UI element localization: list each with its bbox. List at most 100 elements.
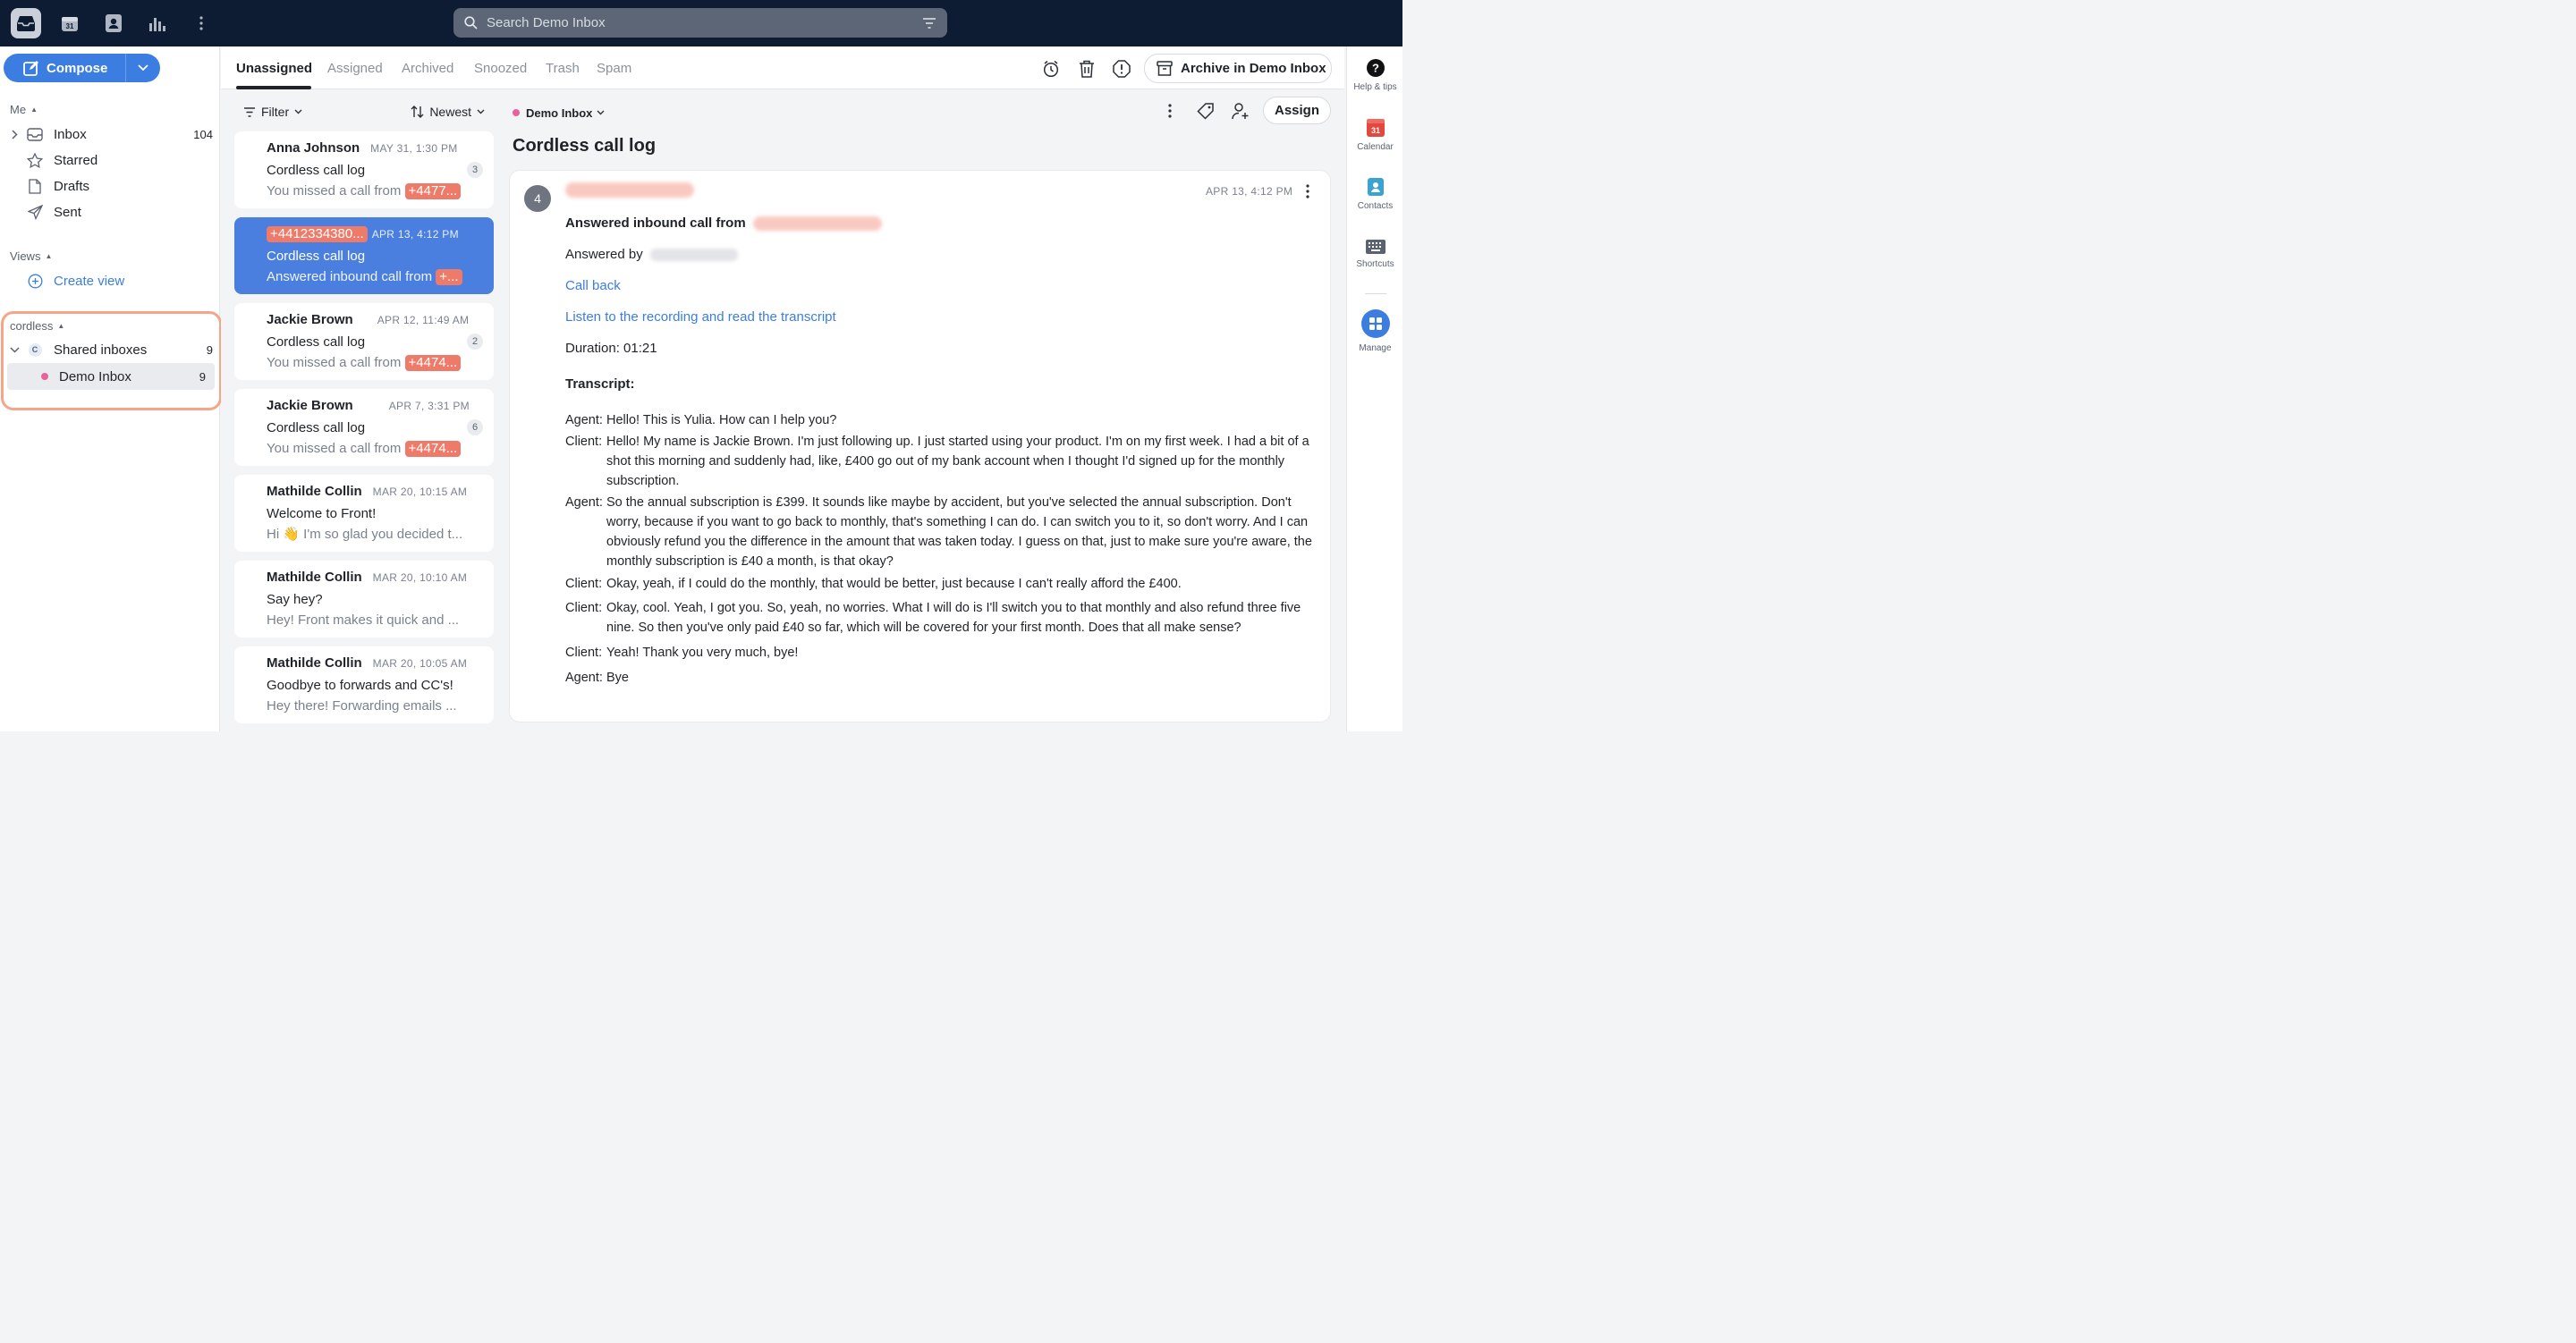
sidebar-item-demo-inbox[interactable]: Demo Inbox 9 bbox=[7, 363, 215, 390]
participants-count-avatar[interactable]: 4 bbox=[524, 185, 551, 212]
tab-snoozed[interactable]: Snoozed bbox=[474, 61, 527, 76]
sender-name: Mathilde Collin bbox=[267, 484, 362, 499]
analytics-icon[interactable] bbox=[142, 8, 173, 38]
message-count-badge: 6 bbox=[467, 419, 483, 435]
sender-name: Mathilde Collin bbox=[267, 655, 362, 671]
conversation-date: MAY 31, 1:30 PM bbox=[370, 142, 458, 155]
compose-main[interactable]: Compose bbox=[4, 54, 125, 82]
answered-from-label: Answered inbound call from bbox=[565, 215, 746, 231]
snooze-clock-icon[interactable] bbox=[1040, 58, 1062, 80]
sidebar-item-inbox[interactable]: Inbox 104 bbox=[7, 122, 215, 147]
team-label: cordless bbox=[10, 319, 54, 333]
calendar-icon[interactable]: 31 bbox=[55, 8, 85, 38]
sidebar-item-label: Sent bbox=[54, 204, 81, 220]
phone-pill: +... bbox=[436, 269, 462, 285]
help-icon: ? bbox=[1366, 59, 1385, 77]
search-placeholder: Search Demo Inbox bbox=[487, 15, 606, 30]
svg-text:31: 31 bbox=[66, 22, 74, 30]
shared-inboxes-count: 9 bbox=[206, 342, 213, 357]
conversation-date: MAR 20, 10:15 AM bbox=[372, 486, 468, 498]
filter-button[interactable]: Filter bbox=[243, 105, 302, 119]
sidebar-item-starred[interactable]: Starred bbox=[7, 148, 215, 173]
transcript-line: Agent: Bye bbox=[565, 668, 1317, 688]
message-count-badge: 2 bbox=[467, 334, 483, 350]
conversation-item[interactable]: Jackie Brown APR 12, 11:49 AM Cordless ca… bbox=[234, 303, 494, 380]
tab-trash[interactable]: Trash bbox=[546, 61, 580, 76]
contacts-app-button[interactable]: Contacts bbox=[1347, 178, 1403, 211]
compose-dropdown[interactable] bbox=[126, 64, 160, 72]
redacted-agent-name bbox=[649, 249, 738, 262]
archive-icon bbox=[1157, 61, 1173, 76]
filter-icon[interactable] bbox=[922, 17, 936, 29]
sort-button[interactable]: Newest bbox=[411, 105, 485, 119]
compose-button[interactable]: Compose bbox=[4, 54, 160, 82]
conversation-item[interactable]: Jackie Brown APR 7, 3:31 PM Cordless call… bbox=[234, 389, 494, 466]
send-icon bbox=[23, 204, 47, 220]
inbox-icon[interactable] bbox=[11, 8, 41, 38]
archive-button[interactable]: Archive in Demo Inbox bbox=[1144, 54, 1332, 83]
shortcuts-button[interactable]: Shortcuts bbox=[1347, 240, 1403, 269]
chevron-down-icon bbox=[477, 109, 485, 114]
utterance-text: Yeah! Thank you very much, bye! bbox=[606, 646, 799, 660]
create-view-button[interactable]: Create view bbox=[7, 268, 215, 293]
inbox-color-dot bbox=[513, 109, 520, 116]
conversation-subject: Cordless call log bbox=[267, 249, 366, 264]
tag-icon[interactable] bbox=[1195, 101, 1215, 121]
help-tips-button[interactable]: ? Help & tips bbox=[1347, 59, 1403, 92]
more-vertical-icon[interactable] bbox=[186, 8, 216, 38]
inbox-icon bbox=[23, 127, 47, 141]
chevron-right-icon[interactable] bbox=[7, 129, 21, 139]
inbox-selector[interactable]: Demo Inbox bbox=[513, 102, 605, 123]
sidebar-item-shared-inboxes[interactable]: C Shared inboxes 9 bbox=[7, 337, 215, 362]
tab-assigned[interactable]: Assigned bbox=[327, 61, 383, 76]
more-vertical-icon[interactable] bbox=[1161, 102, 1179, 120]
contacts-icon[interactable] bbox=[98, 8, 129, 38]
speaker-label: Client: bbox=[565, 646, 603, 660]
transcript-line: Agent: So the annual subscription is £399… bbox=[565, 493, 1317, 571]
spam-alert-icon[interactable] bbox=[1111, 58, 1132, 80]
transcript-line: Agent: Hello! This is Yulia. How can I he… bbox=[565, 410, 1317, 430]
trash-icon[interactable] bbox=[1076, 58, 1097, 80]
manage-grid-icon bbox=[1360, 309, 1390, 338]
more-vertical-icon[interactable] bbox=[1299, 183, 1317, 199]
conversation-item[interactable]: Mathilde Collin MAR 20, 10:05 AM Goodbye … bbox=[234, 646, 494, 723]
sender-name: Mathilde Collin bbox=[267, 570, 362, 585]
call-back-link[interactable]: Call back bbox=[565, 278, 621, 293]
views-section-toggle[interactable]: Views ▲ bbox=[10, 249, 52, 263]
conversation-date: APR 12, 11:49 AM bbox=[377, 314, 470, 326]
active-tab-indicator bbox=[236, 86, 311, 89]
add-assignee-icon[interactable] bbox=[1231, 101, 1250, 121]
call-duration: Duration: 01:21 bbox=[565, 341, 657, 356]
transcript-line: Client: Hello! My name is Jackie Brown. I… bbox=[565, 432, 1317, 491]
search-input[interactable]: Search Demo Inbox bbox=[453, 8, 947, 38]
chevron-down-icon[interactable] bbox=[7, 346, 21, 353]
inbox-color-dot bbox=[41, 373, 48, 380]
me-section-toggle[interactable]: Me ▲ bbox=[10, 103, 38, 116]
sidebar-item-sent[interactable]: Sent bbox=[7, 199, 215, 224]
tab-spam[interactable]: Spam bbox=[597, 61, 631, 76]
speaker-label: Client: bbox=[565, 435, 603, 449]
sidebar-item-drafts[interactable]: Drafts bbox=[7, 173, 215, 198]
star-icon bbox=[23, 152, 47, 168]
team-section-toggle[interactable]: cordless ▲ bbox=[10, 319, 64, 333]
calendar-app-button[interactable]: 31 Calendar bbox=[1347, 118, 1403, 152]
create-view-label: Create view bbox=[54, 273, 125, 289]
assign-button[interactable]: Assign bbox=[1263, 97, 1331, 124]
answered-from-line: Answered inbound call from bbox=[565, 215, 882, 232]
help-label: Help & tips bbox=[1353, 82, 1397, 92]
conversation-item-selected[interactable]: +4412334380... APR 13, 4:12 PM Cordless c… bbox=[234, 217, 494, 294]
recording-link[interactable]: Listen to the recording and read the tra… bbox=[565, 309, 836, 325]
speaker-label: Agent: bbox=[565, 495, 603, 510]
tab-archived[interactable]: Archived bbox=[402, 61, 453, 76]
sender-name: Jackie Brown bbox=[267, 398, 353, 413]
sidebar-item-label: Starred bbox=[54, 152, 98, 168]
filter-icon bbox=[244, 106, 255, 117]
manage-button[interactable]: Manage bbox=[1347, 309, 1403, 353]
sender-name: Anna Johnson bbox=[267, 140, 360, 156]
conversation-item[interactable]: Mathilde Collin MAR 20, 10:10 AM Say hey?… bbox=[234, 561, 494, 638]
caret-up-icon: ▲ bbox=[45, 252, 53, 260]
conversation-item[interactable]: Anna Johnson MAY 31, 1:30 PM Cordless cal… bbox=[234, 131, 494, 208]
conversation-item[interactable]: Mathilde Collin MAR 20, 10:15 AM Welcome … bbox=[234, 475, 494, 552]
calendar-label: Calendar bbox=[1357, 142, 1394, 152]
tab-unassigned[interactable]: Unassigned bbox=[236, 61, 312, 76]
